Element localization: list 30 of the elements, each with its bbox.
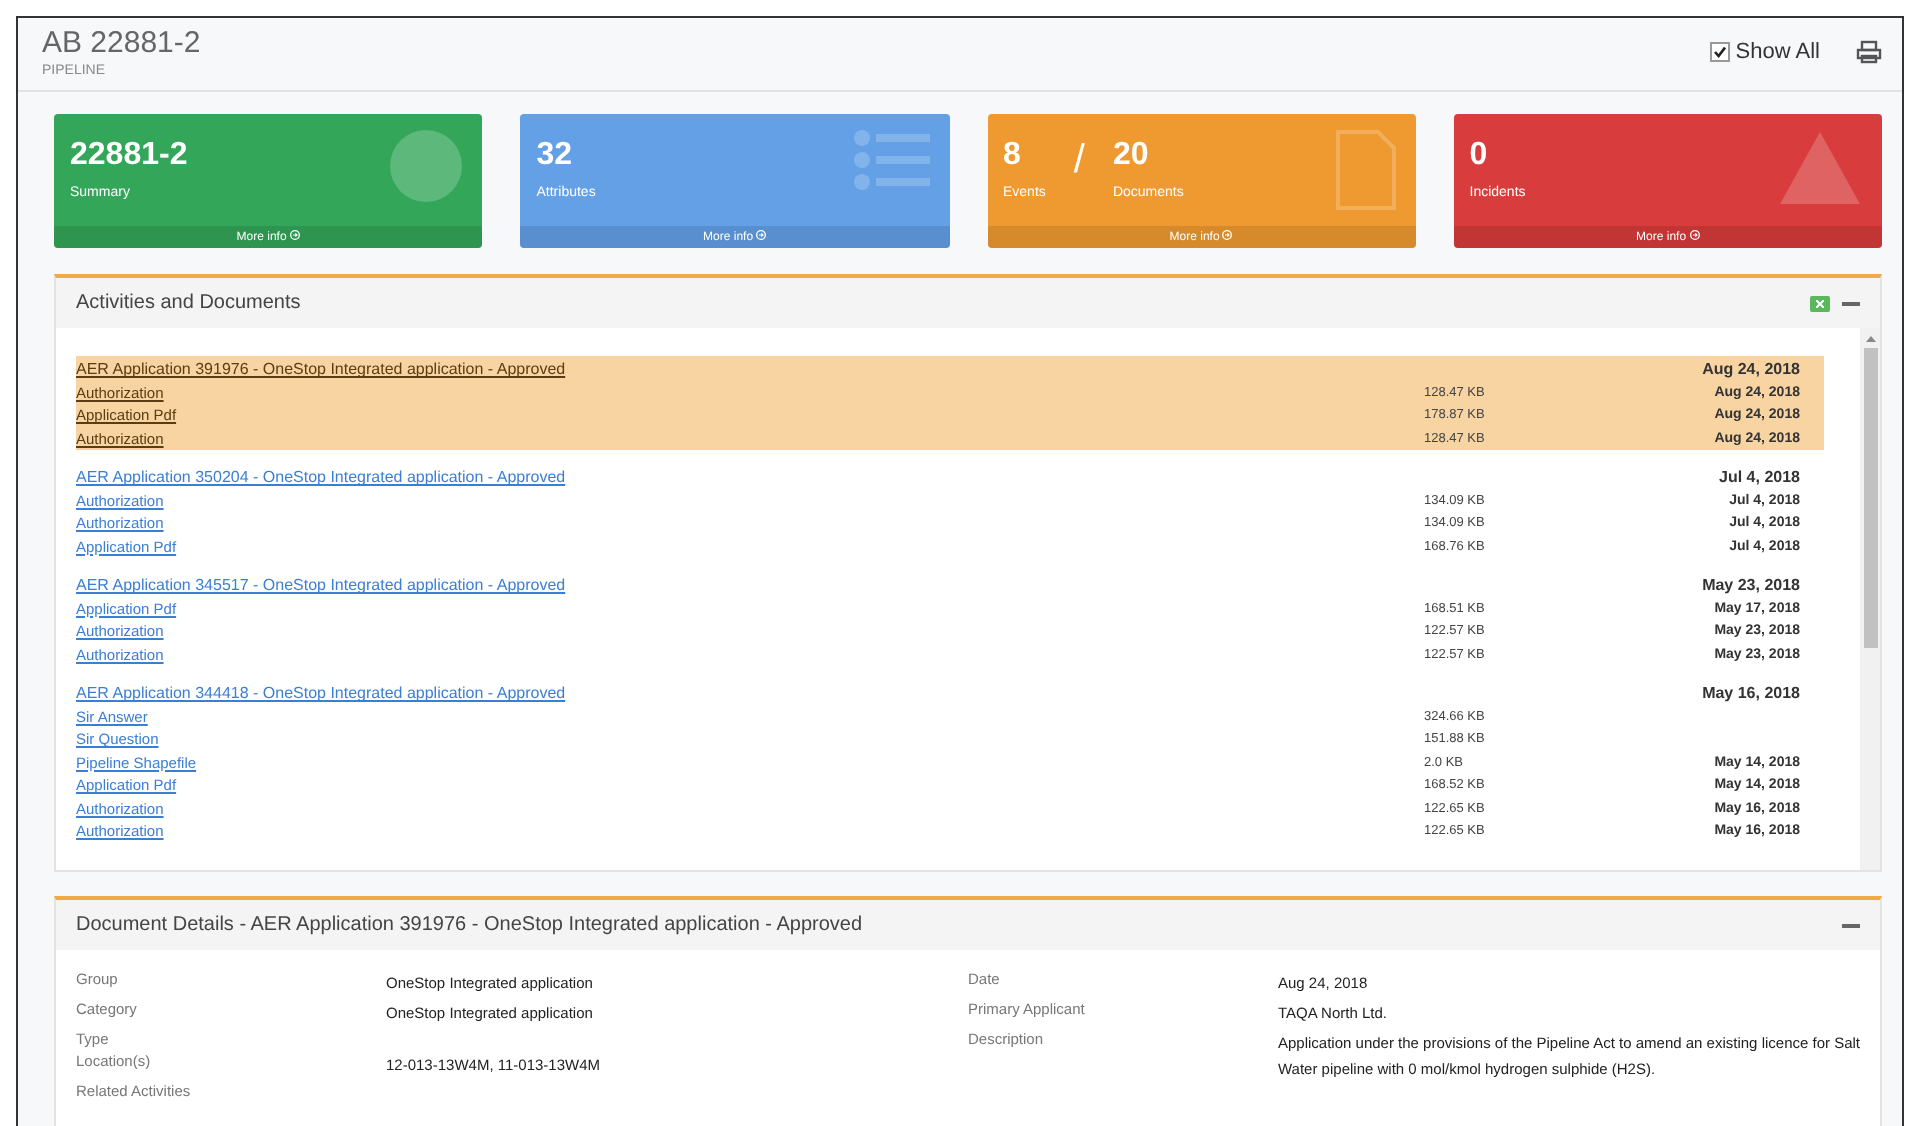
activity-date: Aug 24, 2018 — [1700, 360, 1802, 379]
scrollbar[interactable] — [1860, 328, 1880, 870]
list-icon — [853, 130, 929, 190]
stat-value: 0 — [1469, 138, 1490, 174]
scroll-up-icon[interactable] — [1865, 336, 1875, 342]
page-title: AB 22881-2 — [42, 26, 201, 60]
arrow-circle-icon — [1222, 230, 1233, 240]
activity-link[interactable]: AER Application 344418 - OneStop Integrated application - Approved — [76, 684, 1424, 703]
activity-date: Jul 4, 2018 — [1717, 468, 1802, 487]
check-icon — [1713, 46, 1726, 58]
panel-title: Document Details - AER Application 391976 - OneStop Integrated application - Approved — [76, 914, 863, 936]
print-icon[interactable] — [1856, 40, 1882, 64]
stat-value: 20 — [1112, 138, 1151, 174]
stat-value: 8 — [1003, 138, 1023, 174]
arrow-circle-icon — [289, 230, 300, 240]
activity-link[interactable]: AER Application 391976 - OneStop Integrated application - Approved — [76, 360, 1424, 379]
separator: / — [1073, 138, 1085, 184]
panel-title: Activities and Documents — [76, 292, 301, 314]
excel-export-button[interactable] — [1810, 295, 1830, 311]
activity-link[interactable]: AER Application 345517 - OneStop Integrated application - Approved — [76, 576, 1424, 595]
activity-date: May 23, 2018 — [1700, 576, 1802, 595]
stat-value: 22881-2 — [70, 138, 188, 174]
arrow-circle-icon — [756, 230, 767, 240]
activity-link[interactable]: AER Application 350204 - OneStop Integrated application - Approved — [76, 468, 1424, 487]
arrow-circle-icon — [1689, 230, 1700, 240]
show-all-checkbox[interactable]: Show All — [1709, 40, 1820, 64]
stat-value: 32 — [536, 138, 575, 174]
x-icon — [1816, 299, 1824, 307]
document-icon — [1335, 130, 1396, 210]
activity-date: May 16, 2018 — [1700, 684, 1802, 703]
